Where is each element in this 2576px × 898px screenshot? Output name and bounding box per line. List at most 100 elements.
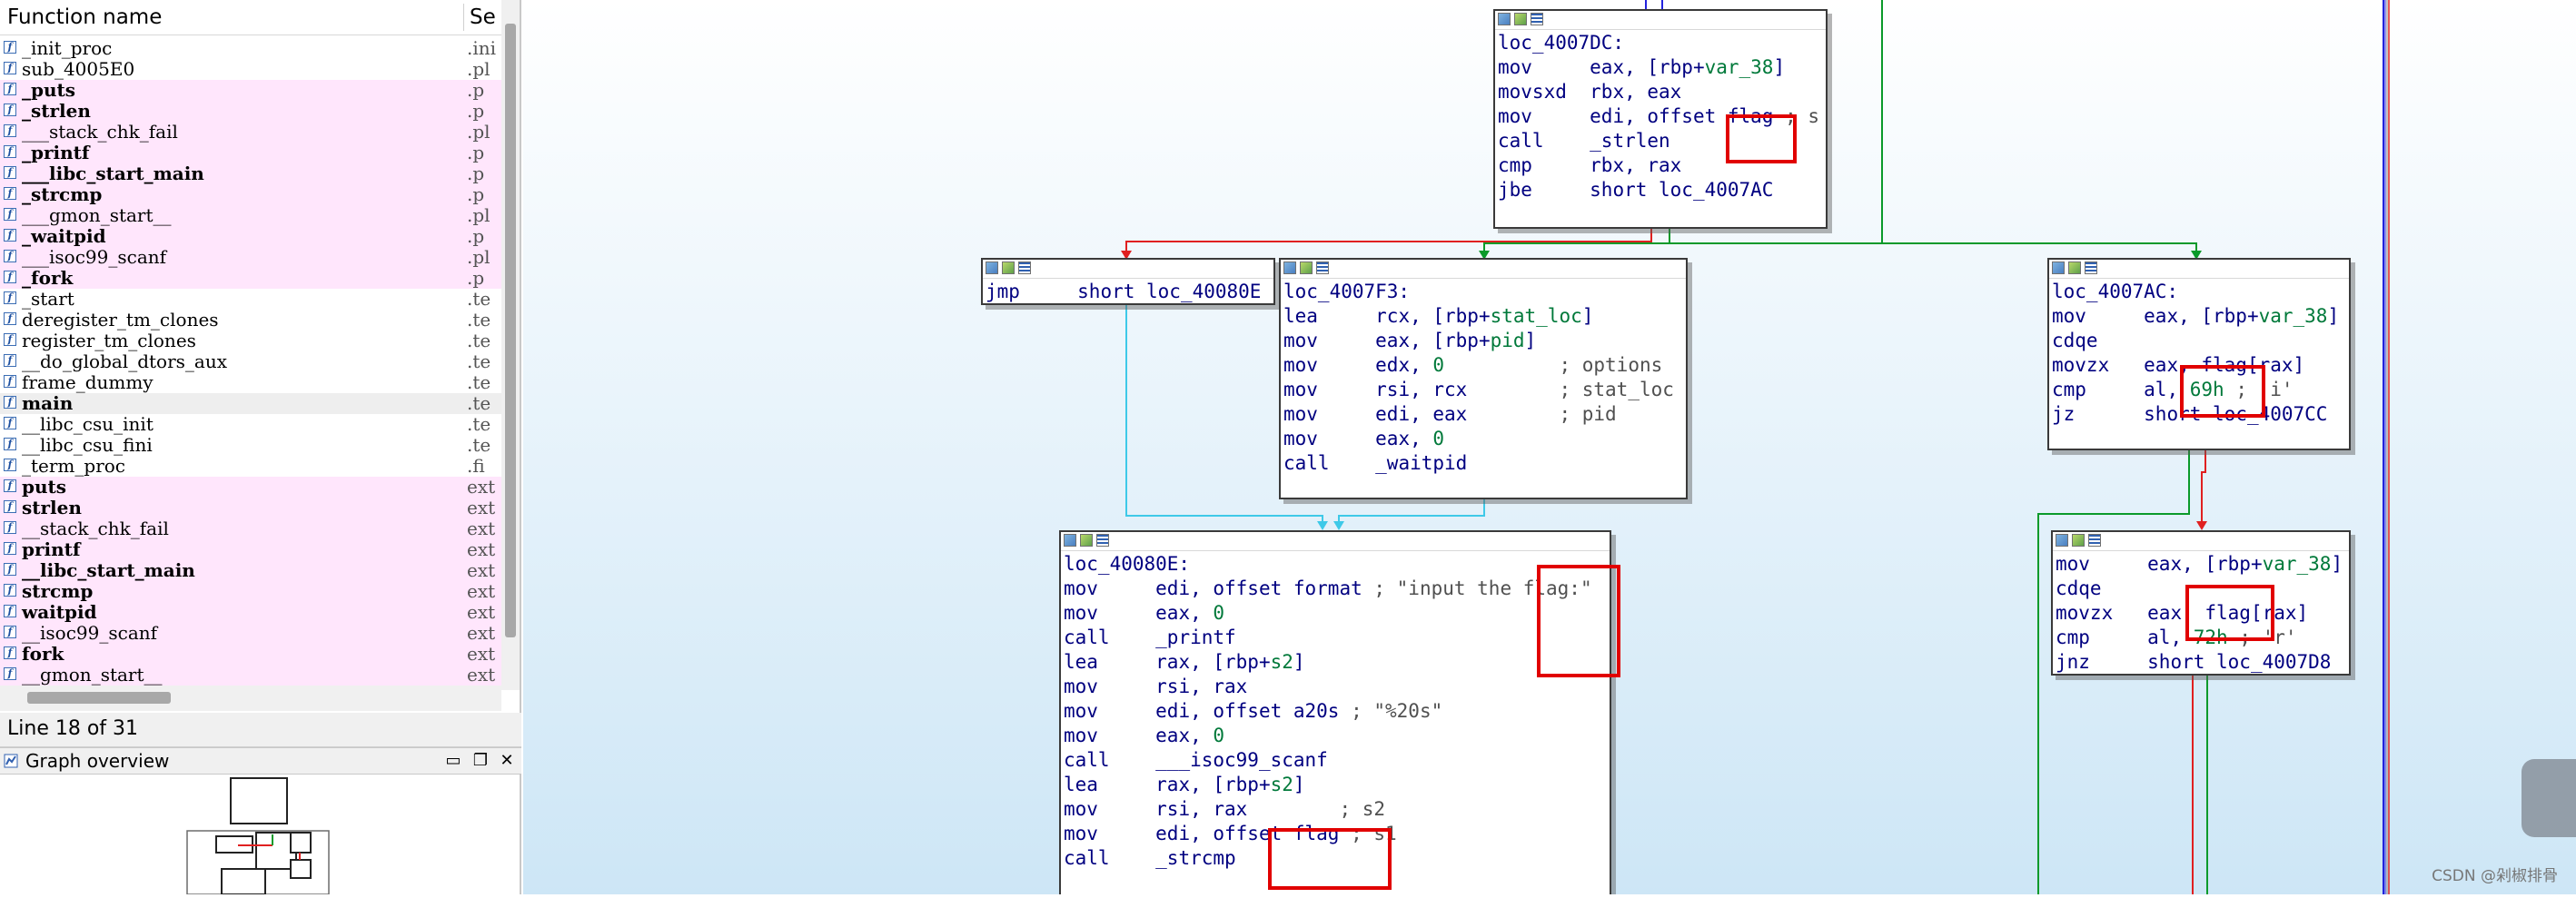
instruction-line[interactable]: mov edi, eax ; pid (1283, 402, 1674, 427)
column-header-function-name[interactable]: Function name (7, 5, 162, 29)
instruction-line[interactable]: jmp short loc_40080E (986, 280, 1261, 304)
block-graph-icon[interactable] (1300, 262, 1313, 274)
minimize-icon[interactable]: ▭ (444, 752, 462, 770)
graph-overview-canvas[interactable] (0, 775, 521, 895)
instruction-token: mov (1283, 330, 1376, 351)
instruction-line[interactable]: mov rsi, rcx ; stat_loc (1283, 378, 1674, 402)
block-color-icon[interactable] (1498, 13, 1511, 25)
block-graph-icon[interactable] (2072, 534, 2085, 547)
instruction-line[interactable]: mov edi, offset a20s ; "%20s" (1064, 699, 1592, 724)
code-block-loc-4007f3[interactable]: loc_4007F3: lea rcx, [rbp+stat_loc] mov ea… (1279, 258, 1688, 499)
function-row[interactable]: f _waitpid .p (0, 226, 501, 247)
function-row[interactable]: f fork ext (0, 644, 501, 665)
horizontal-scrollbar-thumb[interactable] (27, 692, 171, 704)
function-row[interactable]: f _start .te (0, 289, 501, 310)
disassembly-graph-view[interactable]: loc_4007DC: mov eax, [rbp+var_38] movsxd r… (523, 0, 2576, 894)
function-row[interactable]: f __libc_start_main ext (0, 560, 501, 581)
instruction-line[interactable]: mov eax, [rbp+var_38] (2056, 552, 2343, 577)
function-row[interactable]: f waitpid ext (0, 602, 501, 623)
function-row[interactable]: f _strcmp .p (0, 184, 501, 205)
column-separator[interactable] (463, 4, 464, 31)
function-row[interactable]: f ___stack_chk_fail .pl (0, 122, 501, 143)
function-row[interactable]: f __gmon_start__ ext (0, 665, 501, 686)
instruction-line[interactable]: mov rsi, rax ; s2 (1064, 797, 1592, 822)
function-row[interactable]: f _printf .p (0, 143, 501, 163)
instruction-line[interactable]: mov eax, 0 (1064, 601, 1592, 626)
function-row[interactable]: f __libc_csu_init .te (0, 414, 501, 435)
instruction-line[interactable]: mov rsi, rax (1064, 675, 1592, 699)
code-block-jmp-40080e[interactable]: jmp short loc_40080E (981, 258, 1275, 305)
instruction-line[interactable]: loc_40080E: (1064, 552, 1592, 577)
block-graph-icon[interactable] (1514, 13, 1527, 25)
instruction-line[interactable]: mov edi, offset format ; "input the flag… (1064, 577, 1592, 601)
code-block-loc-4007ac[interactable]: loc_4007AC: mov eax, [rbp+var_38] cdqe movz… (2047, 258, 2351, 450)
block-color-icon[interactable] (2052, 262, 2065, 274)
instruction-token: jnz (2056, 651, 2148, 673)
instruction-line[interactable]: lea rax, [rbp+s2] (1064, 650, 1592, 675)
block-color-icon[interactable] (1064, 534, 1076, 547)
instruction-line[interactable]: mov eax, 0 (1283, 427, 1674, 451)
block-graph-icon[interactable] (2068, 262, 2081, 274)
function-row[interactable]: f frame_dummy .te (0, 372, 501, 393)
function-row[interactable]: f __stack_chk_fail ext (0, 518, 501, 539)
instruction-line[interactable]: call ___isoc99_scanf (1064, 748, 1592, 773)
function-row[interactable]: f _strlen .p (0, 101, 501, 122)
function-row[interactable]: f __do_global_dtors_aux .te (0, 351, 501, 372)
instruction-line[interactable]: call _waitpid (1283, 451, 1674, 476)
block-list-icon[interactable] (1096, 534, 1109, 547)
close-icon[interactable]: ✕ (498, 752, 516, 770)
vertical-scrollbar-thumb[interactable] (505, 24, 516, 637)
floating-action-button[interactable] (2522, 759, 2576, 837)
function-row[interactable]: f sub_4005E0 .pl (0, 59, 501, 80)
function-row[interactable]: f main .te (0, 393, 501, 414)
restore-icon[interactable]: ❐ (471, 752, 490, 770)
block-list-icon[interactable] (1316, 262, 1329, 274)
block-graph-icon[interactable] (1080, 534, 1093, 547)
instruction-line[interactable]: jbe short loc_4007AC (1498, 178, 1819, 202)
column-header-segment[interactable]: Se (470, 5, 496, 29)
block-list-icon[interactable] (1018, 262, 1031, 274)
function-row[interactable]: f puts ext (0, 477, 501, 498)
function-row[interactable]: f strcmp ext (0, 581, 501, 602)
function-row[interactable]: f strlen ext (0, 498, 501, 518)
block-color-icon[interactable] (1283, 262, 1296, 274)
function-segment: .te (467, 435, 491, 456)
function-row[interactable]: f ___libc_start_main .p (0, 163, 501, 184)
instruction-token: eax, [rbp+ (1375, 330, 1491, 351)
block-color-icon[interactable] (986, 262, 998, 274)
function-row[interactable]: f deregister_tm_clones .te (0, 310, 501, 331)
instruction-line[interactable]: call _printf (1064, 626, 1592, 650)
function-row[interactable]: f _term_proc .fi (0, 456, 501, 477)
block-list-icon[interactable] (2085, 262, 2097, 274)
instruction-line[interactable]: loc_4007F3: (1283, 280, 1674, 304)
instruction-line[interactable]: cdqe (2052, 329, 2339, 353)
function-row[interactable]: f ___gmon_start__ .pl (0, 205, 501, 226)
block-graph-icon[interactable] (1002, 262, 1015, 274)
block-list-icon[interactable] (1531, 13, 1543, 25)
instruction-token: rcx, [rbp+ (1375, 305, 1491, 327)
instruction-line[interactable]: loc_4007AC: (2052, 280, 2339, 304)
function-row[interactable]: f printf ext (0, 539, 501, 560)
instruction-line[interactable]: mov eax, 0 (1064, 724, 1592, 748)
graph-overview-minimap[interactable] (0, 775, 520, 895)
instruction-line[interactable]: loc_4007DC: (1498, 31, 1819, 55)
instruction-line[interactable]: mov eax, [rbp+pid] (1283, 329, 1674, 353)
instruction-line[interactable]: lea rcx, [rbp+stat_loc] (1283, 304, 1674, 329)
function-row[interactable]: f ___isoc99_scanf .pl (0, 247, 501, 268)
instruction-line[interactable]: lea rax, [rbp+s2] (1064, 773, 1592, 797)
function-row[interactable]: f _fork .p (0, 268, 501, 289)
function-row[interactable]: f _init_proc .ini (0, 38, 501, 59)
instruction-line[interactable]: movsxd rbx, eax (1498, 80, 1819, 104)
function-row[interactable]: f __isoc99_scanf ext (0, 623, 501, 644)
block-color-icon[interactable] (2056, 534, 2068, 547)
function-row[interactable]: f __libc_csu_fini .te (0, 435, 501, 456)
instruction-line[interactable]: mov eax, [rbp+var_38] (2052, 304, 2339, 329)
instruction-line[interactable]: mov eax, [rbp+var_38] (1498, 55, 1819, 80)
function-row[interactable]: f _puts .p (0, 80, 501, 101)
function-name: main (22, 392, 74, 414)
instruction-line[interactable]: mov edx, 0 ; options (1283, 353, 1674, 378)
instruction-line[interactable]: jnz short loc_4007D8 (2056, 650, 2343, 675)
block-list-icon[interactable] (2088, 534, 2101, 547)
function-row[interactable]: f register_tm_clones .te (0, 331, 501, 351)
function-segment: .pl (467, 122, 490, 143)
